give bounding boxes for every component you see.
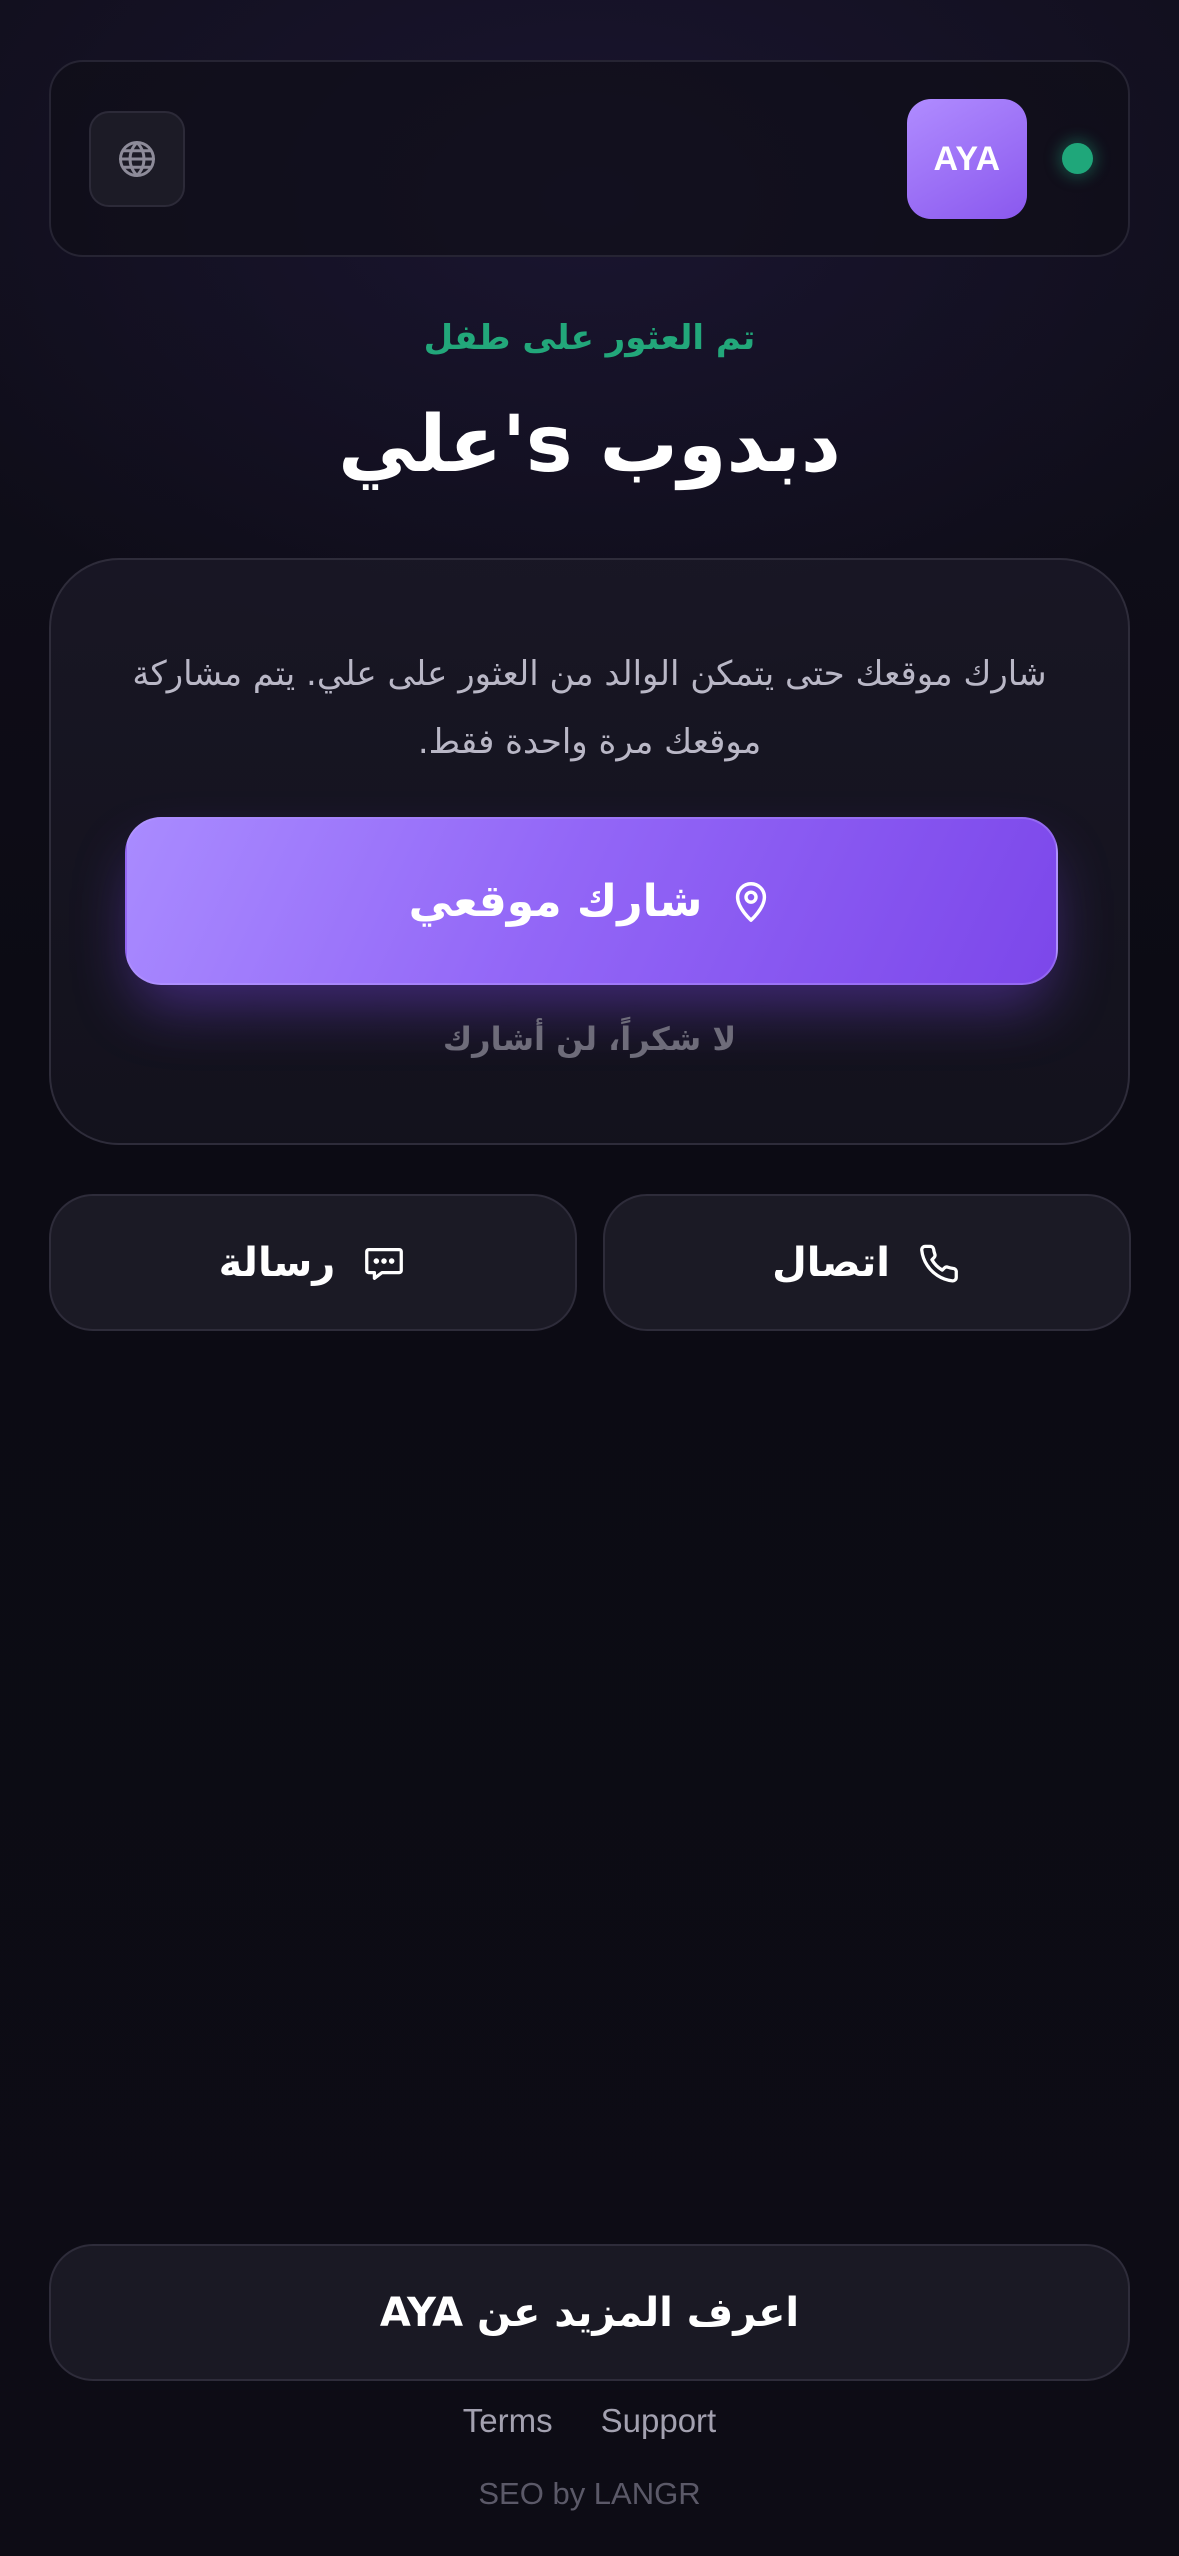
learn-more-button[interactable]: اعرف المزيد عن AYA bbox=[49, 2244, 1130, 2381]
footer-credit: SEO by LANGR bbox=[478, 2476, 701, 2511]
brand-logo: AYA bbox=[907, 99, 1027, 219]
call-button[interactable]: اتصال bbox=[603, 1194, 1131, 1331]
decline-share-link[interactable]: لا شكراً، لن أشارك bbox=[51, 1020, 1128, 1058]
phone-icon bbox=[916, 1240, 962, 1286]
share-location-button[interactable]: شارك موقعي bbox=[125, 817, 1058, 985]
page-title: علي's دبدوب bbox=[338, 400, 841, 490]
footer-links: Terms Support bbox=[0, 2402, 1179, 2440]
message-label: رسالة bbox=[218, 1239, 336, 1286]
share-location-card: شارك موقعك حتى يتمكن الوالد من العثور عل… bbox=[49, 558, 1130, 1145]
share-location-label: شارك موقعي bbox=[408, 875, 703, 927]
globe-icon bbox=[115, 137, 159, 181]
terms-link[interactable]: Terms bbox=[463, 2402, 553, 2440]
share-location-message: شارك موقعك حتى يتمكن الوالد من العثور عل… bbox=[132, 654, 1047, 762]
support-link[interactable]: Support bbox=[601, 2402, 717, 2440]
message-button[interactable]: رسالة bbox=[49, 1194, 577, 1331]
location-pin-icon bbox=[728, 878, 774, 924]
call-label: اتصال bbox=[772, 1239, 890, 1286]
top-bar: AYA bbox=[49, 60, 1130, 257]
found-status-label: تم العثور على طفل bbox=[423, 318, 756, 358]
language-button[interactable] bbox=[89, 111, 185, 207]
learn-more-label: اعرف المزيد عن AYA bbox=[379, 2289, 800, 2336]
chat-bubble-icon bbox=[361, 1240, 407, 1286]
online-status-dot bbox=[1062, 143, 1093, 174]
